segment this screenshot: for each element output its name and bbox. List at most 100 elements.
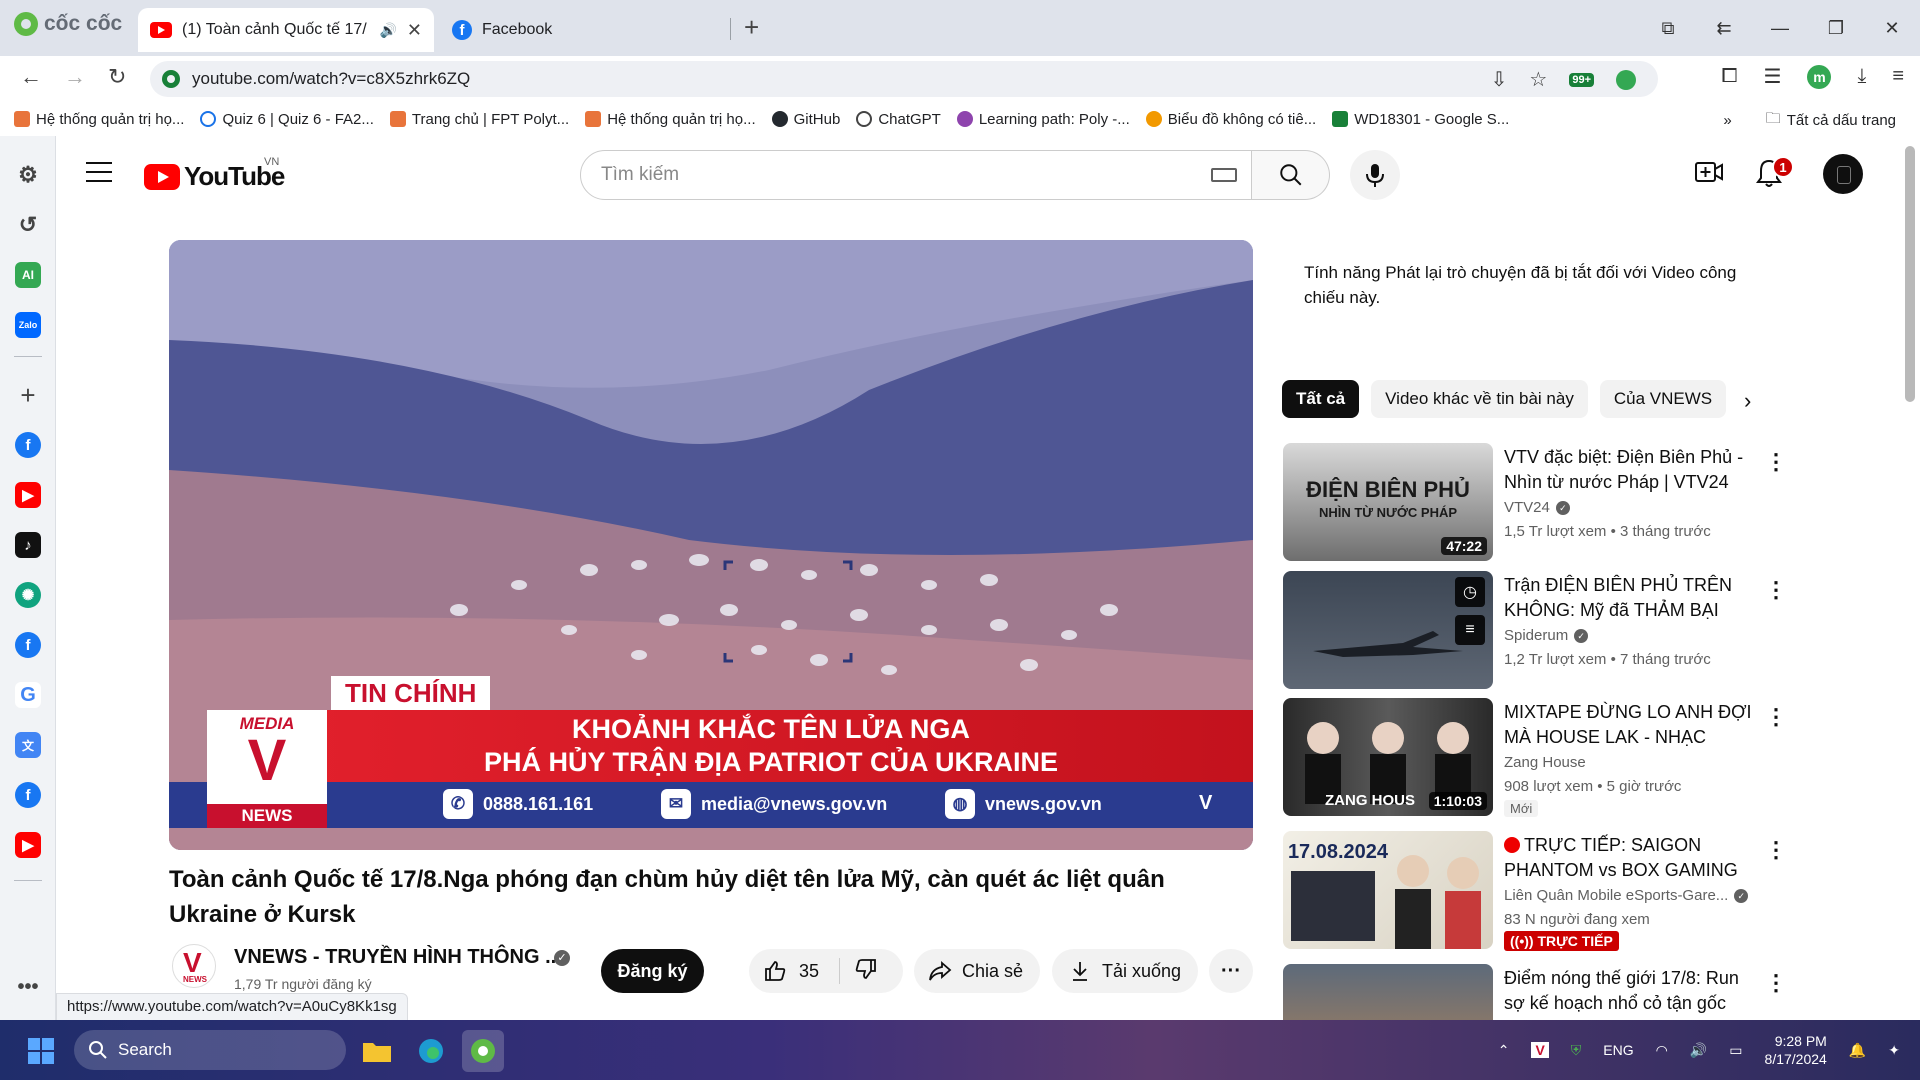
search-button[interactable] [1252,150,1330,200]
bookmark-item[interactable]: Hệ thống quản trị họ... [585,111,756,128]
extensions-icon[interactable]: ⧠ [1722,65,1738,88]
bookmark-item[interactable]: Quiz 6 | Quiz 6 - FA2... [200,111,374,128]
recommended-video[interactable]: ZANG HOUS 1:10:03 MIXTAPE ĐỪNG LO ANH ĐỢ… [1283,698,1787,818]
video-options-icon[interactable]: ⋮ [1765,704,1787,730]
recommended-video[interactable]: 17.08.2024 TRỰC TIẾP: SAIGON PHANTOM vs … [1283,831,1787,951]
keyboard-icon[interactable] [1211,168,1237,182]
youtube-icon[interactable]: ▶ [15,832,41,858]
extension-badge[interactable]: 99+ [1569,72,1594,87]
bookmark-star-icon[interactable]: ☆ [1529,67,1547,92]
tiktok-icon[interactable]: ♪ [15,532,41,558]
messenger-icon[interactable]: f [15,432,41,458]
chip-related-news[interactable]: Video khác về tin bài này [1371,380,1588,418]
video-options-icon[interactable]: ⋮ [1765,970,1783,996]
chip-all[interactable]: Tất cả [1282,380,1360,418]
channel-avatar[interactable]: V NEWS [172,944,216,988]
file-explorer-icon[interactable] [356,1030,398,1072]
dislike-button[interactable] [840,957,878,986]
chevron-up-icon[interactable]: ⌃ [1498,1042,1510,1059]
scrollbar-thumb[interactable] [1905,146,1915,402]
bookmark-item[interactable]: GitHub [771,111,840,128]
recommended-channel[interactable]: Zang House [1504,754,1586,771]
all-bookmarks-button[interactable]: 🗀 Tất cả dấu trang [1766,108,1896,133]
site-info-icon[interactable] [162,70,180,88]
video-thumbnail[interactable]: ĐIỆN BIÊN PHỦ NHÌN TỪ NƯỚC PHÁP 47:22 [1283,443,1493,561]
recommended-video-title[interactable]: TRỰC TIẾP: SAIGON PHANTOM vs BOX GAMING … [1504,833,1754,883]
back-button[interactable]: ← [20,64,42,90]
bookmark-item[interactable]: Hệ thống quản trị họ... [14,111,184,128]
download-button[interactable]: Tải xuống [1052,949,1198,993]
close-window-button[interactable]: ✕ [1864,18,1920,39]
settings-gear-icon[interactable]: ⚙ [15,162,41,188]
facebook-icon[interactable]: f [15,782,41,808]
video-options-icon[interactable]: ⋮ [1765,837,1787,863]
speaker-icon[interactable]: 🔊 [379,22,396,39]
minimize-button[interactable]: — [1752,18,1808,39]
input-language[interactable]: ENG [1603,1042,1633,1058]
taskbar-search[interactable]: Search [74,1030,346,1070]
create-video-button[interactable] [1694,160,1724,189]
voice-search-button[interactable] [1350,150,1400,200]
battery-icon[interactable]: ▭ [1729,1042,1742,1059]
downloads-icon[interactable]: ⤓ [1857,65,1866,88]
watch-later-icon[interactable]: ◷ [1455,577,1485,607]
security-shield-icon[interactable]: ⛨ [1571,1042,1582,1059]
close-tab-icon[interactable]: ✕ [407,20,422,41]
recommended-video-title[interactable]: MIXTAPE ĐỪNG LO ANH ĐỢI MÀ HOUSE LAK - N… [1504,700,1754,750]
recommended-video-title[interactable]: VTV đặc biệt: Điện Biên Phủ - Nhìn từ nư… [1504,445,1754,495]
video-thumbnail[interactable]: 17.08.2024 [1283,831,1493,949]
recommended-channel[interactable]: VTV24 ✓ [1504,499,1570,516]
antivirus-icon[interactable]: V [1531,1042,1549,1058]
coccoc-logo[interactable]: cốc cốc [14,12,122,36]
tab-facebook[interactable]: f Facebook [440,8,730,52]
url-text[interactable]: youtube.com/watch?v=c8X5zhrk6ZQ [192,69,470,89]
forward-button[interactable]: → [64,64,86,90]
new-tab-button[interactable]: + [744,12,759,43]
volume-icon[interactable]: 🔊 [1690,1042,1707,1059]
like-button[interactable]: 35 [749,959,839,983]
bookmark-item[interactable]: Trang chủ | FPT Polyt... [389,111,569,128]
recommended-channel[interactable]: Spiderum ✓ [1504,627,1589,644]
copilot-icon[interactable]: ✦ [1888,1042,1900,1059]
screen-capture-icon[interactable]: ⧉ [1640,18,1696,39]
reload-button[interactable]: ↻ [108,64,126,90]
windows-start-icon[interactable] [28,1038,54,1064]
share-button[interactable]: Chia sẻ [914,949,1040,993]
media-control-icon[interactable]: ☰ [1764,64,1782,89]
video-player[interactable]: TIN CHÍNH KHOẢNH KHẮC TÊN LỬA NGA PHÁ HỦ… [169,240,1253,850]
video-thumbnail[interactable]: ◷ ≡ [1283,571,1493,689]
recommended-video[interactable]: ◷ ≡ Trận ĐIỆN BIÊN PHỦ TRÊN KHÔNG: Mỹ đã… [1283,571,1787,691]
guide-menu-button[interactable] [86,162,112,182]
zalo-icon[interactable]: Zalo [15,312,41,338]
video-options-icon[interactable]: ⋮ [1765,577,1787,603]
subscribe-button[interactable]: Đăng ký [601,949,704,993]
chatgpt-icon[interactable]: ✺ [15,582,41,608]
google-translate-icon[interactable]: 文 [15,732,41,758]
bookmark-item[interactable]: ChatGPT [856,111,941,128]
add-to-queue-icon[interactable]: ≡ [1455,615,1485,645]
recommended-video[interactable]: ĐIỆN BIÊN PHỦ NHÌN TỪ NƯỚC PHÁP 47:22 VT… [1283,443,1787,563]
google-icon[interactable]: G [15,682,41,708]
search-input[interactable] [601,164,1211,186]
video-thumbnail[interactable] [1283,964,1493,1020]
tab-search-icon[interactable]: ⇇ [1696,18,1752,39]
savior-extension-icon[interactable] [1616,69,1636,90]
channel-name[interactable]: VNEWS - TRUYỀN HÌNH THÔNG ... [234,946,562,969]
clock[interactable]: 9:28 PM 8/17/2024 [1765,1032,1827,1068]
chip-from-vnews[interactable]: Của VNEWS [1599,380,1727,418]
recommended-video-title[interactable]: Điểm nóng thế giới 17/8: Run sợ kế hoạch… [1504,966,1754,1016]
edge-icon[interactable] [410,1030,452,1072]
recommended-video[interactable]: Điểm nóng thế giới 17/8: Run sợ kế hoạch… [1283,964,1783,1020]
video-thumbnail[interactable]: ZANG HOUS 1:10:03 [1283,698,1493,816]
recommended-channel[interactable]: Liên Quân Mobile eSports-Gare... ✓ [1504,887,1749,904]
bookmark-item[interactable]: Learning path: Poly -... [956,111,1130,128]
address-bar[interactable]: youtube.com/watch?v=c8X5zhrk6ZQ ⇩ ☆ 99+ [150,61,1658,97]
recommended-video-title[interactable]: Trận ĐIỆN BIÊN PHỦ TRÊN KHÔNG: Mỹ đã THẢ… [1504,573,1754,623]
youtube-icon[interactable]: ▶ [15,482,41,508]
profile-avatar[interactable]: m [1807,64,1832,89]
notification-bell-icon[interactable]: 🔔 [1849,1042,1866,1059]
page-scrollbar[interactable] [1905,140,1915,1020]
wifi-icon[interactable]: ◠ [1656,1042,1668,1059]
video-options-icon[interactable]: ⋮ [1765,449,1787,475]
bookmark-item[interactable]: Biểu đồ không có tiê... [1145,111,1316,128]
